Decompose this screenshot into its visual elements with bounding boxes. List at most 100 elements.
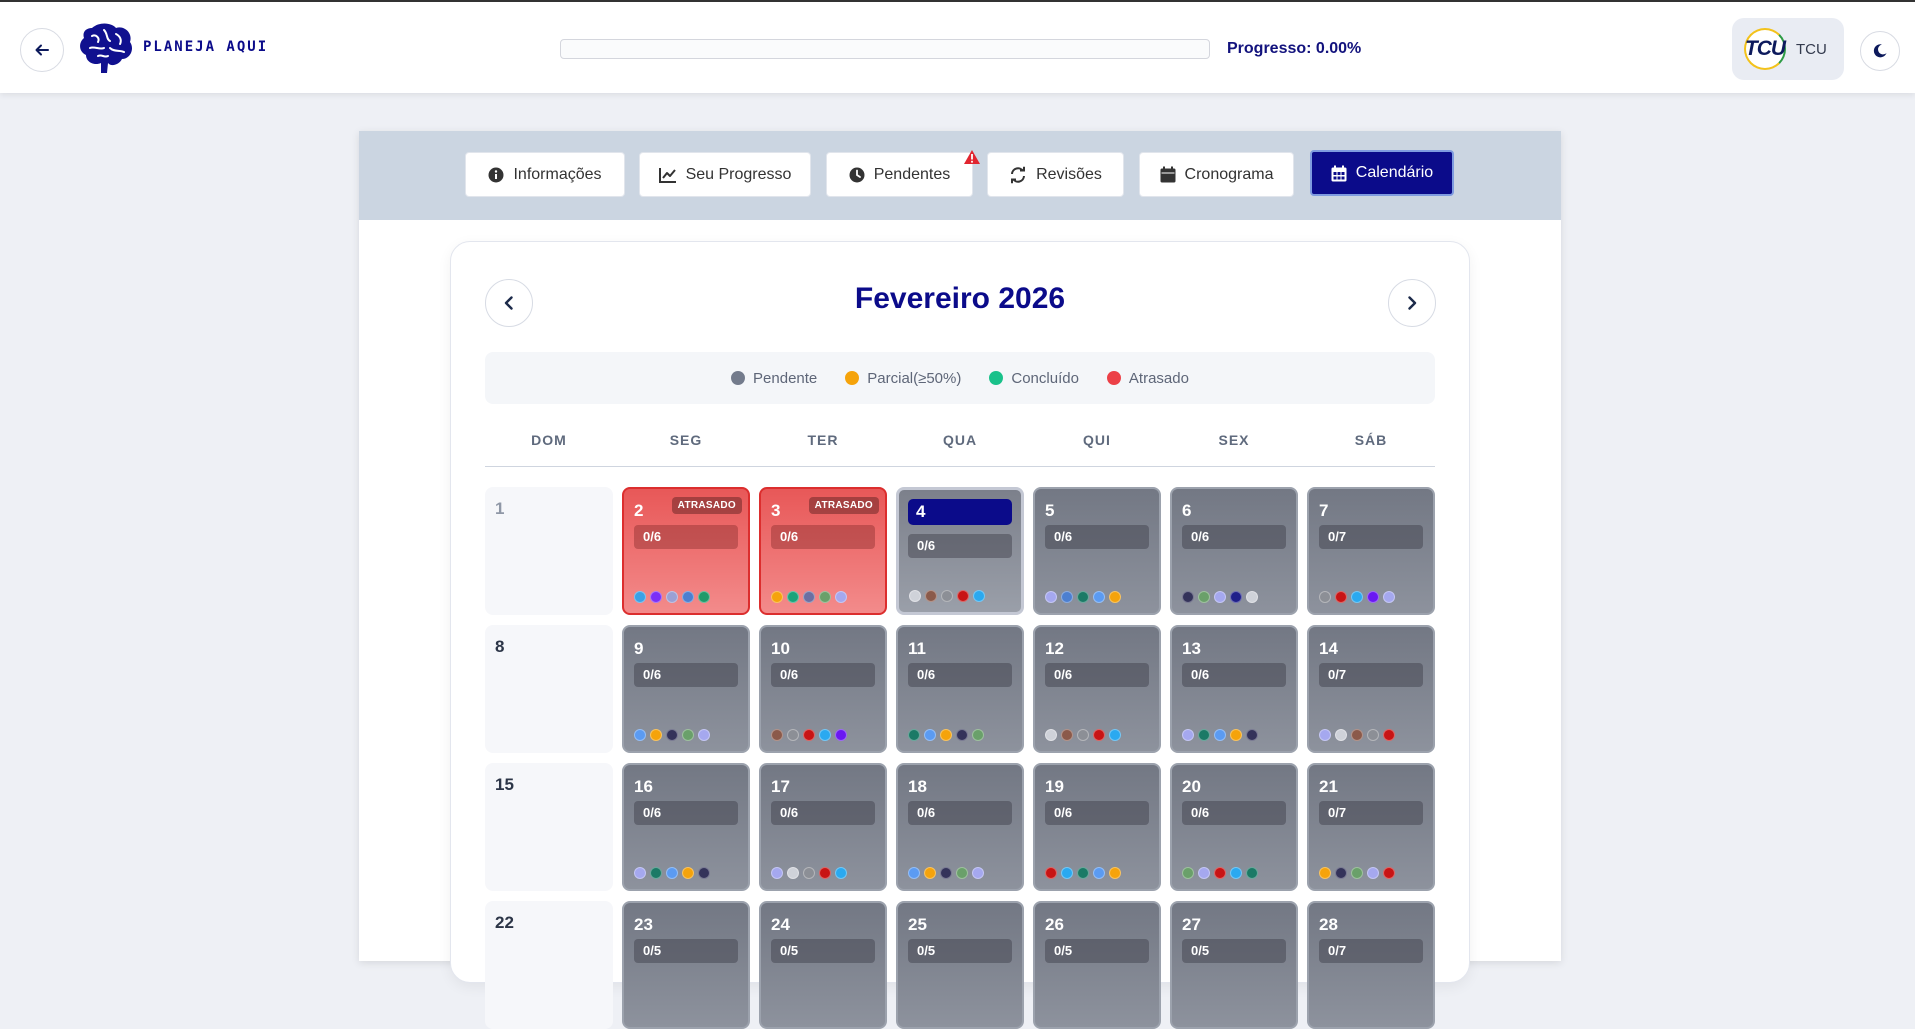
subject-dot bbox=[787, 591, 799, 603]
legend-label: Parcial(≥50%) bbox=[867, 369, 962, 387]
weekday-seg: SEG bbox=[669, 432, 703, 448]
calendar-day[interactable]: 18 0/6 bbox=[896, 763, 1024, 891]
day-number: 2 bbox=[634, 501, 644, 520]
day-number: 23 bbox=[634, 915, 653, 934]
calendar-day[interactable]: 26 0/5 bbox=[1033, 901, 1161, 1029]
main-panel: Informações Seu Progresso Pendentes Revi… bbox=[359, 131, 1561, 1029]
day-number: 7 bbox=[1319, 501, 1329, 520]
tab-seu-progresso[interactable]: Seu Progresso bbox=[639, 152, 811, 197]
subject-dot bbox=[1351, 867, 1363, 879]
subject-dot bbox=[698, 591, 710, 603]
calendar-day[interactable]: 2 ATRASADO 0/6 bbox=[622, 487, 750, 615]
day-number: 21 bbox=[1319, 777, 1338, 796]
tab-revisoes[interactable]: Revisões bbox=[987, 152, 1124, 197]
day-number: 13 bbox=[1182, 639, 1201, 658]
subject-dot bbox=[1230, 867, 1242, 879]
subject-dots bbox=[771, 867, 847, 879]
calendar-day[interactable]: 1 bbox=[485, 487, 613, 615]
calendar-day[interactable]: 22 bbox=[485, 901, 613, 1029]
calendar-day[interactable]: 27 0/5 bbox=[1170, 901, 1298, 1029]
subject-dot bbox=[1319, 729, 1331, 741]
subject-dot bbox=[1383, 867, 1395, 879]
legend-dot bbox=[845, 371, 860, 385]
calendar-day[interactable]: 3 ATRASADO 0/6 bbox=[759, 487, 887, 615]
subject-dot bbox=[803, 867, 815, 879]
calendar-day[interactable]: 8 bbox=[485, 625, 613, 753]
calendar-day[interactable]: 17 0/6 bbox=[759, 763, 887, 891]
chart-line-icon bbox=[658, 167, 676, 183]
theme-toggle-button[interactable] bbox=[1860, 31, 1900, 71]
subject-dot bbox=[771, 867, 783, 879]
late-badge: ATRASADO bbox=[808, 497, 879, 514]
subject-dot bbox=[1367, 867, 1379, 879]
subject-dot bbox=[1230, 591, 1242, 603]
back-button[interactable] bbox=[20, 28, 64, 72]
legend-item-pendente: Pendente bbox=[731, 370, 817, 387]
subject-dots bbox=[634, 867, 710, 879]
calendar-day[interactable]: 20 0/6 bbox=[1170, 763, 1298, 891]
info-circle-icon bbox=[488, 167, 504, 182]
day-number: 16 bbox=[634, 777, 653, 796]
weekday-qua: QUA bbox=[942, 432, 978, 448]
calendar-day[interactable]: 10 0/6 bbox=[759, 625, 887, 753]
calendar-day[interactable]: 5 0/6 bbox=[1033, 487, 1161, 615]
calendar-day[interactable]: 7 0/7 bbox=[1307, 487, 1435, 615]
subject-dots bbox=[909, 590, 985, 602]
calendar-day[interactable]: 23 0/5 bbox=[622, 901, 750, 1029]
calendar-day[interactable]: 28 0/7 bbox=[1307, 901, 1435, 1029]
task-count: 0/6 bbox=[634, 525, 738, 549]
user-profile-chip[interactable]: TCU TCU bbox=[1732, 18, 1844, 80]
calendar-day[interactable]: 4 0/6 bbox=[896, 487, 1024, 615]
subject-dot bbox=[1061, 729, 1073, 741]
calendar-day[interactable]: 9 0/6 bbox=[622, 625, 750, 753]
subject-dots bbox=[1319, 867, 1395, 879]
tab-calendario[interactable]: Calendário bbox=[1310, 150, 1454, 196]
subject-dots bbox=[634, 591, 710, 603]
subject-dot bbox=[803, 591, 815, 603]
task-count: 0/6 bbox=[634, 801, 738, 825]
subject-dot bbox=[1335, 729, 1347, 741]
subject-dot bbox=[1109, 867, 1121, 879]
weekday-sab: SÁB bbox=[1354, 432, 1388, 448]
task-count: 0/7 bbox=[1319, 939, 1423, 963]
subject-dot bbox=[1335, 591, 1347, 603]
subject-dot bbox=[1214, 729, 1226, 741]
calendar-day[interactable]: 13 0/6 bbox=[1170, 625, 1298, 753]
calendar-day[interactable]: 21 0/7 bbox=[1307, 763, 1435, 891]
tab-cronograma[interactable]: Cronograma bbox=[1139, 152, 1294, 197]
day-number: 12 bbox=[1045, 639, 1064, 658]
calendar-day[interactable]: 24 0/5 bbox=[759, 901, 887, 1029]
month-title: Fevereiro 2026 bbox=[854, 282, 1066, 315]
task-count: 0/7 bbox=[1319, 525, 1423, 549]
brain-logo-icon bbox=[80, 23, 133, 74]
user-name: TCU bbox=[1796, 40, 1827, 58]
day-number: 8 bbox=[495, 637, 505, 656]
task-count: 0/6 bbox=[908, 663, 1012, 687]
calendar-day[interactable]: 16 0/6 bbox=[622, 763, 750, 891]
calendar-day[interactable]: 14 0/7 bbox=[1307, 625, 1435, 753]
tab-label: Seu Progresso bbox=[685, 165, 792, 183]
tab-label: Revisões bbox=[1036, 165, 1102, 183]
late-badge: ATRASADO bbox=[671, 497, 742, 514]
calendar-day[interactable]: 19 0/6 bbox=[1033, 763, 1161, 891]
subject-dot bbox=[666, 729, 678, 741]
status-legend: Pendente Parcial(≥50%) Concluído Atrasad… bbox=[485, 352, 1435, 404]
subject-dot bbox=[1246, 867, 1258, 879]
subject-dots bbox=[1182, 729, 1258, 741]
subject-dot bbox=[909, 590, 921, 602]
subject-dot bbox=[1246, 591, 1258, 603]
tab-pendentes[interactable]: Pendentes bbox=[826, 150, 980, 197]
calendar-day[interactable]: 15 bbox=[485, 763, 613, 891]
subject-dot bbox=[787, 729, 799, 741]
task-count: 0/6 bbox=[771, 525, 875, 549]
tab-informacoes[interactable]: Informações bbox=[465, 152, 625, 197]
calendar-card: Fevereiro 2026 Pendente Parcial(≥50%) Co… bbox=[450, 241, 1470, 1029]
next-month-button[interactable] bbox=[1388, 279, 1436, 327]
calendar-day[interactable]: 25 0/5 bbox=[896, 901, 1024, 1029]
calendar-day[interactable]: 11 0/6 bbox=[896, 625, 1024, 753]
day-number: 24 bbox=[771, 915, 790, 934]
calendar-day[interactable]: 12 0/6 bbox=[1033, 625, 1161, 753]
day-number: 3 bbox=[771, 501, 781, 520]
calendar-day[interactable]: 6 0/6 bbox=[1170, 487, 1298, 615]
subject-dot bbox=[1319, 591, 1331, 603]
